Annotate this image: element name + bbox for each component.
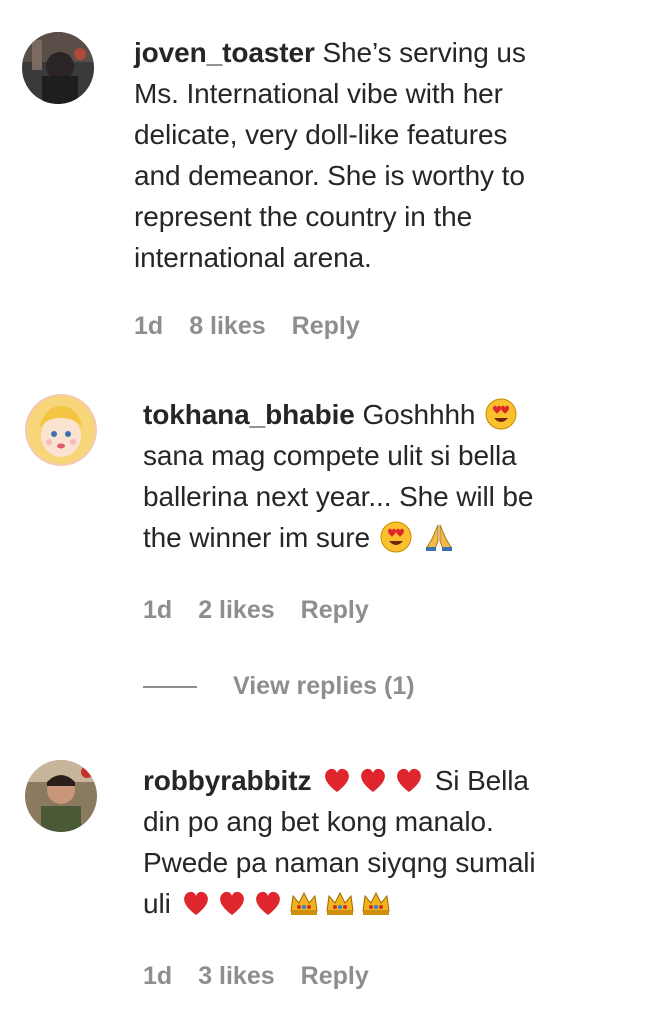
- crown-emoji-icon: [324, 887, 356, 919]
- comment-line: Pwede pa naman siyqng sumali: [143, 847, 536, 878]
- likes-count[interactable]: 3 likes: [198, 962, 274, 991]
- comment-text: tokhana_bhabie Goshhhh sana mag compete …: [143, 394, 533, 558]
- comment-line: delicate, very doll-like features: [134, 119, 508, 150]
- crown-emoji-icon: [360, 887, 392, 919]
- view-replies-label[interactable]: View replies (1): [233, 672, 415, 701]
- view-replies-button[interactable]: View replies (1): [143, 672, 415, 701]
- username[interactable]: tokhana_bhabie: [143, 399, 355, 430]
- username[interactable]: robbyrabbitz: [143, 765, 311, 796]
- timestamp: 1d: [143, 596, 173, 624]
- red-heart-emoji-icon: [180, 887, 212, 919]
- heart-eyes-emoji-icon: [380, 521, 412, 553]
- avatar[interactable]: [25, 394, 97, 466]
- cartoon-girl-avatar-icon: [25, 394, 97, 466]
- avatar[interactable]: [25, 760, 97, 832]
- comment-line: the winner im sure: [143, 522, 370, 553]
- reply-button[interactable]: Reply: [301, 962, 369, 991]
- comment-line: Si Bella: [434, 765, 529, 796]
- comment-text: joven_toaster She’s serving us Ms. Inter…: [134, 32, 526, 278]
- red-heart-emoji-icon: [357, 764, 389, 796]
- photo-avatar-icon: [25, 760, 97, 832]
- comment-line: uli: [143, 888, 171, 919]
- comment-meta: 1d 2 likes Reply: [143, 596, 369, 625]
- timestamp: 1d: [134, 312, 164, 340]
- timestamp: 1d: [143, 962, 173, 990]
- red-heart-emoji-icon: [216, 887, 248, 919]
- red-heart-emoji-icon: [252, 887, 284, 919]
- comment-meta: 1d 8 likes Reply: [134, 312, 360, 341]
- reply-button[interactable]: Reply: [292, 312, 360, 341]
- comment-line: sana mag compete ulit si bella: [143, 440, 517, 471]
- reply-button[interactable]: Reply: [301, 596, 369, 625]
- comment-line: international arena.: [134, 242, 372, 273]
- likes-count[interactable]: 8 likes: [189, 312, 265, 341]
- red-heart-emoji-icon: [321, 764, 353, 796]
- crown-emoji-icon: [288, 887, 320, 919]
- comment-meta: 1d 3 likes Reply: [143, 962, 369, 991]
- comment-line: She’s serving us: [322, 37, 526, 68]
- comment-line: Goshhhh: [362, 399, 476, 430]
- likes-count[interactable]: 2 likes: [198, 596, 274, 625]
- divider: [143, 685, 197, 688]
- comment-text: robbyrabbitz Si Bella din po ang bet kon…: [143, 760, 536, 924]
- comment-line: represent the country in the: [134, 201, 473, 232]
- praying-hands-emoji-icon: [423, 521, 455, 553]
- comment-line: ballerina next year... She will be: [143, 481, 534, 512]
- avatar[interactable]: [22, 32, 94, 104]
- dark-photo-avatar-icon: [22, 32, 94, 104]
- comment-line: Ms. International vibe with her: [134, 78, 503, 109]
- comment-line: and demeanor. She is worthy to: [134, 160, 525, 191]
- red-heart-emoji-icon: [393, 764, 425, 796]
- heart-eyes-emoji-icon: [485, 398, 517, 430]
- username[interactable]: joven_toaster: [134, 37, 315, 68]
- comment-line: din po ang bet kong manalo.: [143, 806, 494, 837]
